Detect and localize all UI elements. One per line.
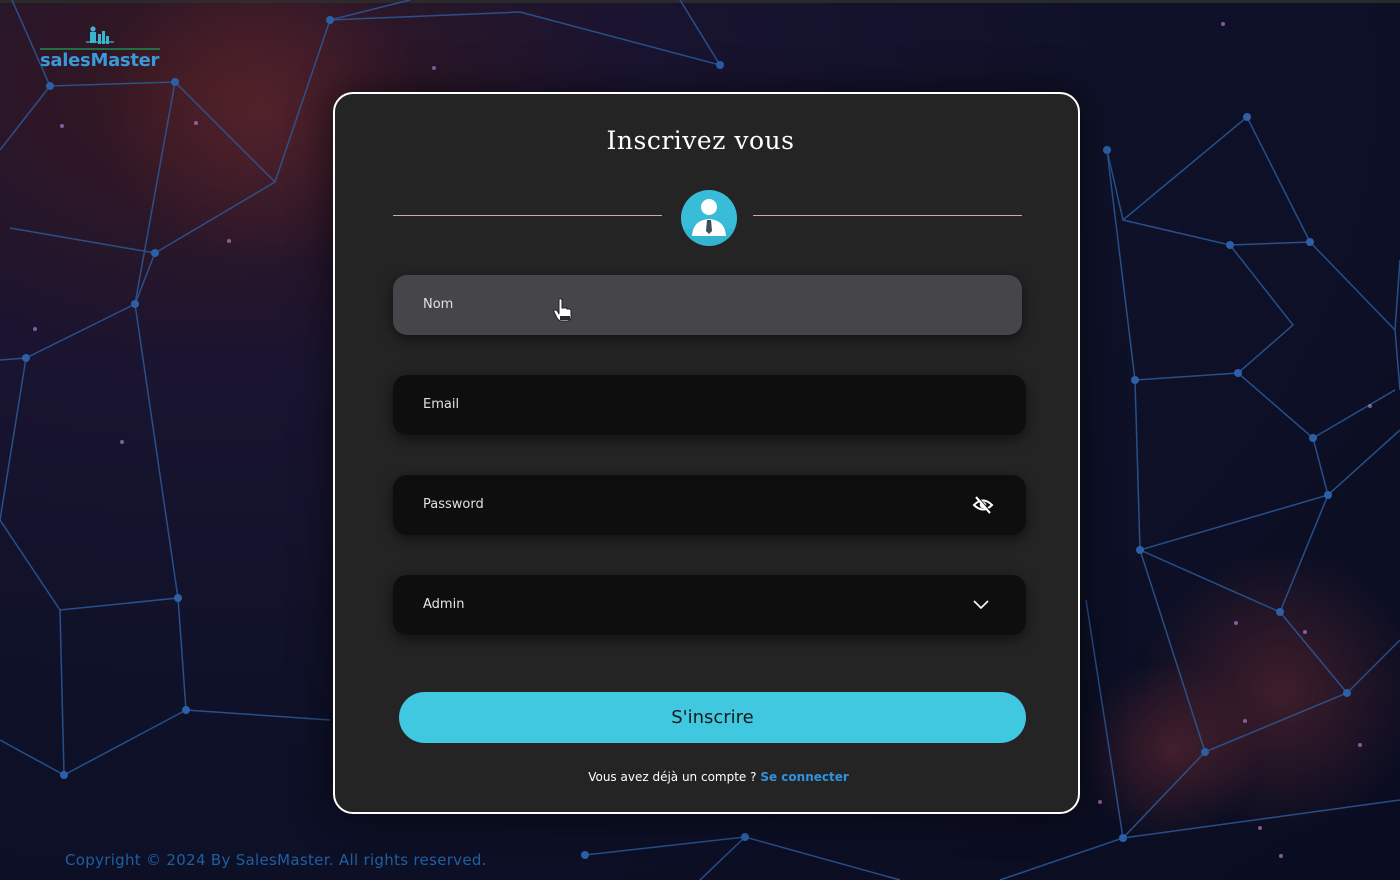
password-input[interactable] xyxy=(423,475,943,535)
logo-text: salesMaster xyxy=(40,50,160,71)
role-select[interactable]: Admin xyxy=(393,575,1026,635)
signup-card: Inscrivez vous Admin S'inscrire xyxy=(333,92,1080,814)
user-avatar-icon xyxy=(681,190,737,246)
signin-prompt-text: Vous avez déjà un compte ? xyxy=(588,770,757,784)
page-title: Inscrivez vous xyxy=(606,126,795,155)
signin-prompt-line: Vous avez déjà un compte ? Se connecter xyxy=(335,770,1102,784)
divider-right xyxy=(753,215,1022,216)
signup-button[interactable]: S'inscrire xyxy=(399,692,1026,743)
eye-off-icon[interactable] xyxy=(972,495,994,515)
email-field-wrapper xyxy=(393,375,1026,435)
hand-pointer-icon xyxy=(553,298,572,322)
signin-link[interactable]: Se connecter xyxy=(760,770,848,784)
logo-chart-icon xyxy=(40,26,160,50)
email-input[interactable] xyxy=(423,375,943,435)
name-input[interactable] xyxy=(423,275,943,335)
salesmaster-logo[interactable]: salesMaster xyxy=(40,22,162,74)
password-field-wrapper xyxy=(393,475,1026,535)
divider-left xyxy=(393,215,662,216)
name-field-wrapper xyxy=(393,275,1022,335)
role-select-value: Admin xyxy=(423,597,465,612)
footer-copyright: Copyright © 2024 By SalesMaster. All rig… xyxy=(65,851,487,869)
chevron-down-icon[interactable] xyxy=(972,599,990,611)
